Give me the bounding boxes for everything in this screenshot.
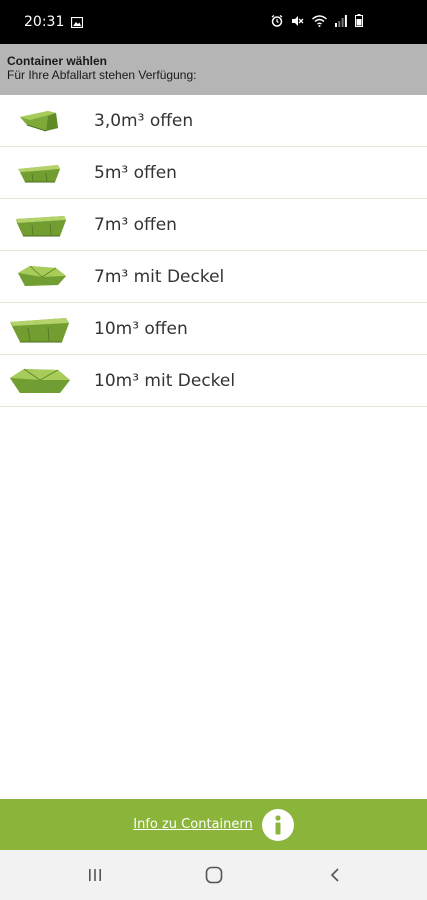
back-icon[interactable] xyxy=(325,865,345,885)
signal-icon xyxy=(335,14,347,27)
page-title: Container wählen xyxy=(7,54,108,68)
large-open-container-icon xyxy=(10,318,69,343)
container-label: 7m³ offen xyxy=(94,214,177,235)
open-container-icon xyxy=(18,165,60,183)
lidded-container-icon xyxy=(18,265,66,286)
container-item-10m-lid[interactable]: 10m³ mit Deckel xyxy=(0,355,427,407)
info-icon[interactable] xyxy=(261,808,294,841)
alarm-icon xyxy=(271,14,283,27)
container-item-3m-open[interactable]: 3,0m³ offen xyxy=(0,95,427,147)
info-containers-link[interactable]: Info zu Containern xyxy=(133,817,252,832)
wifi-icon xyxy=(312,14,327,27)
small-open-container-icon xyxy=(20,111,58,132)
container-label: 5m³ offen xyxy=(94,162,177,183)
container-list: 3,0m³ offen 5m³ offen 7m³ offen 7m³ mit … xyxy=(0,95,427,407)
battery-icon xyxy=(355,14,363,27)
container-label: 10m³ offen xyxy=(94,318,188,339)
gallery-notification-icon xyxy=(71,16,84,28)
container-item-7m-lid[interactable]: 7m³ mit Deckel xyxy=(0,251,427,303)
info-footer[interactable]: Info zu Containern xyxy=(0,799,427,850)
container-label: 3,0m³ offen xyxy=(94,110,194,131)
mute-icon xyxy=(292,15,304,26)
container-label: 7m³ mit Deckel xyxy=(94,266,225,287)
page-subtitle: Für Ihre Abfallart stehen Verfügung: xyxy=(7,68,197,82)
container-item-10m-open[interactable]: 10m³ offen xyxy=(0,303,427,355)
status-bar: 20:31 xyxy=(0,0,427,44)
recent-apps-icon[interactable] xyxy=(85,865,105,885)
container-item-7m-open[interactable]: 7m³ offen xyxy=(0,199,427,251)
status-time: 20:31 xyxy=(24,14,65,30)
container-label: 10m³ mit Deckel xyxy=(94,370,236,391)
page-header: Container wählen Für Ihre Abfallart steh… xyxy=(0,44,427,95)
open-container-icon xyxy=(16,216,66,237)
home-icon[interactable] xyxy=(204,865,224,885)
large-lidded-container-icon xyxy=(10,368,70,393)
container-item-5m-open[interactable]: 5m³ offen xyxy=(0,147,427,199)
system-navigation-bar xyxy=(0,850,427,900)
